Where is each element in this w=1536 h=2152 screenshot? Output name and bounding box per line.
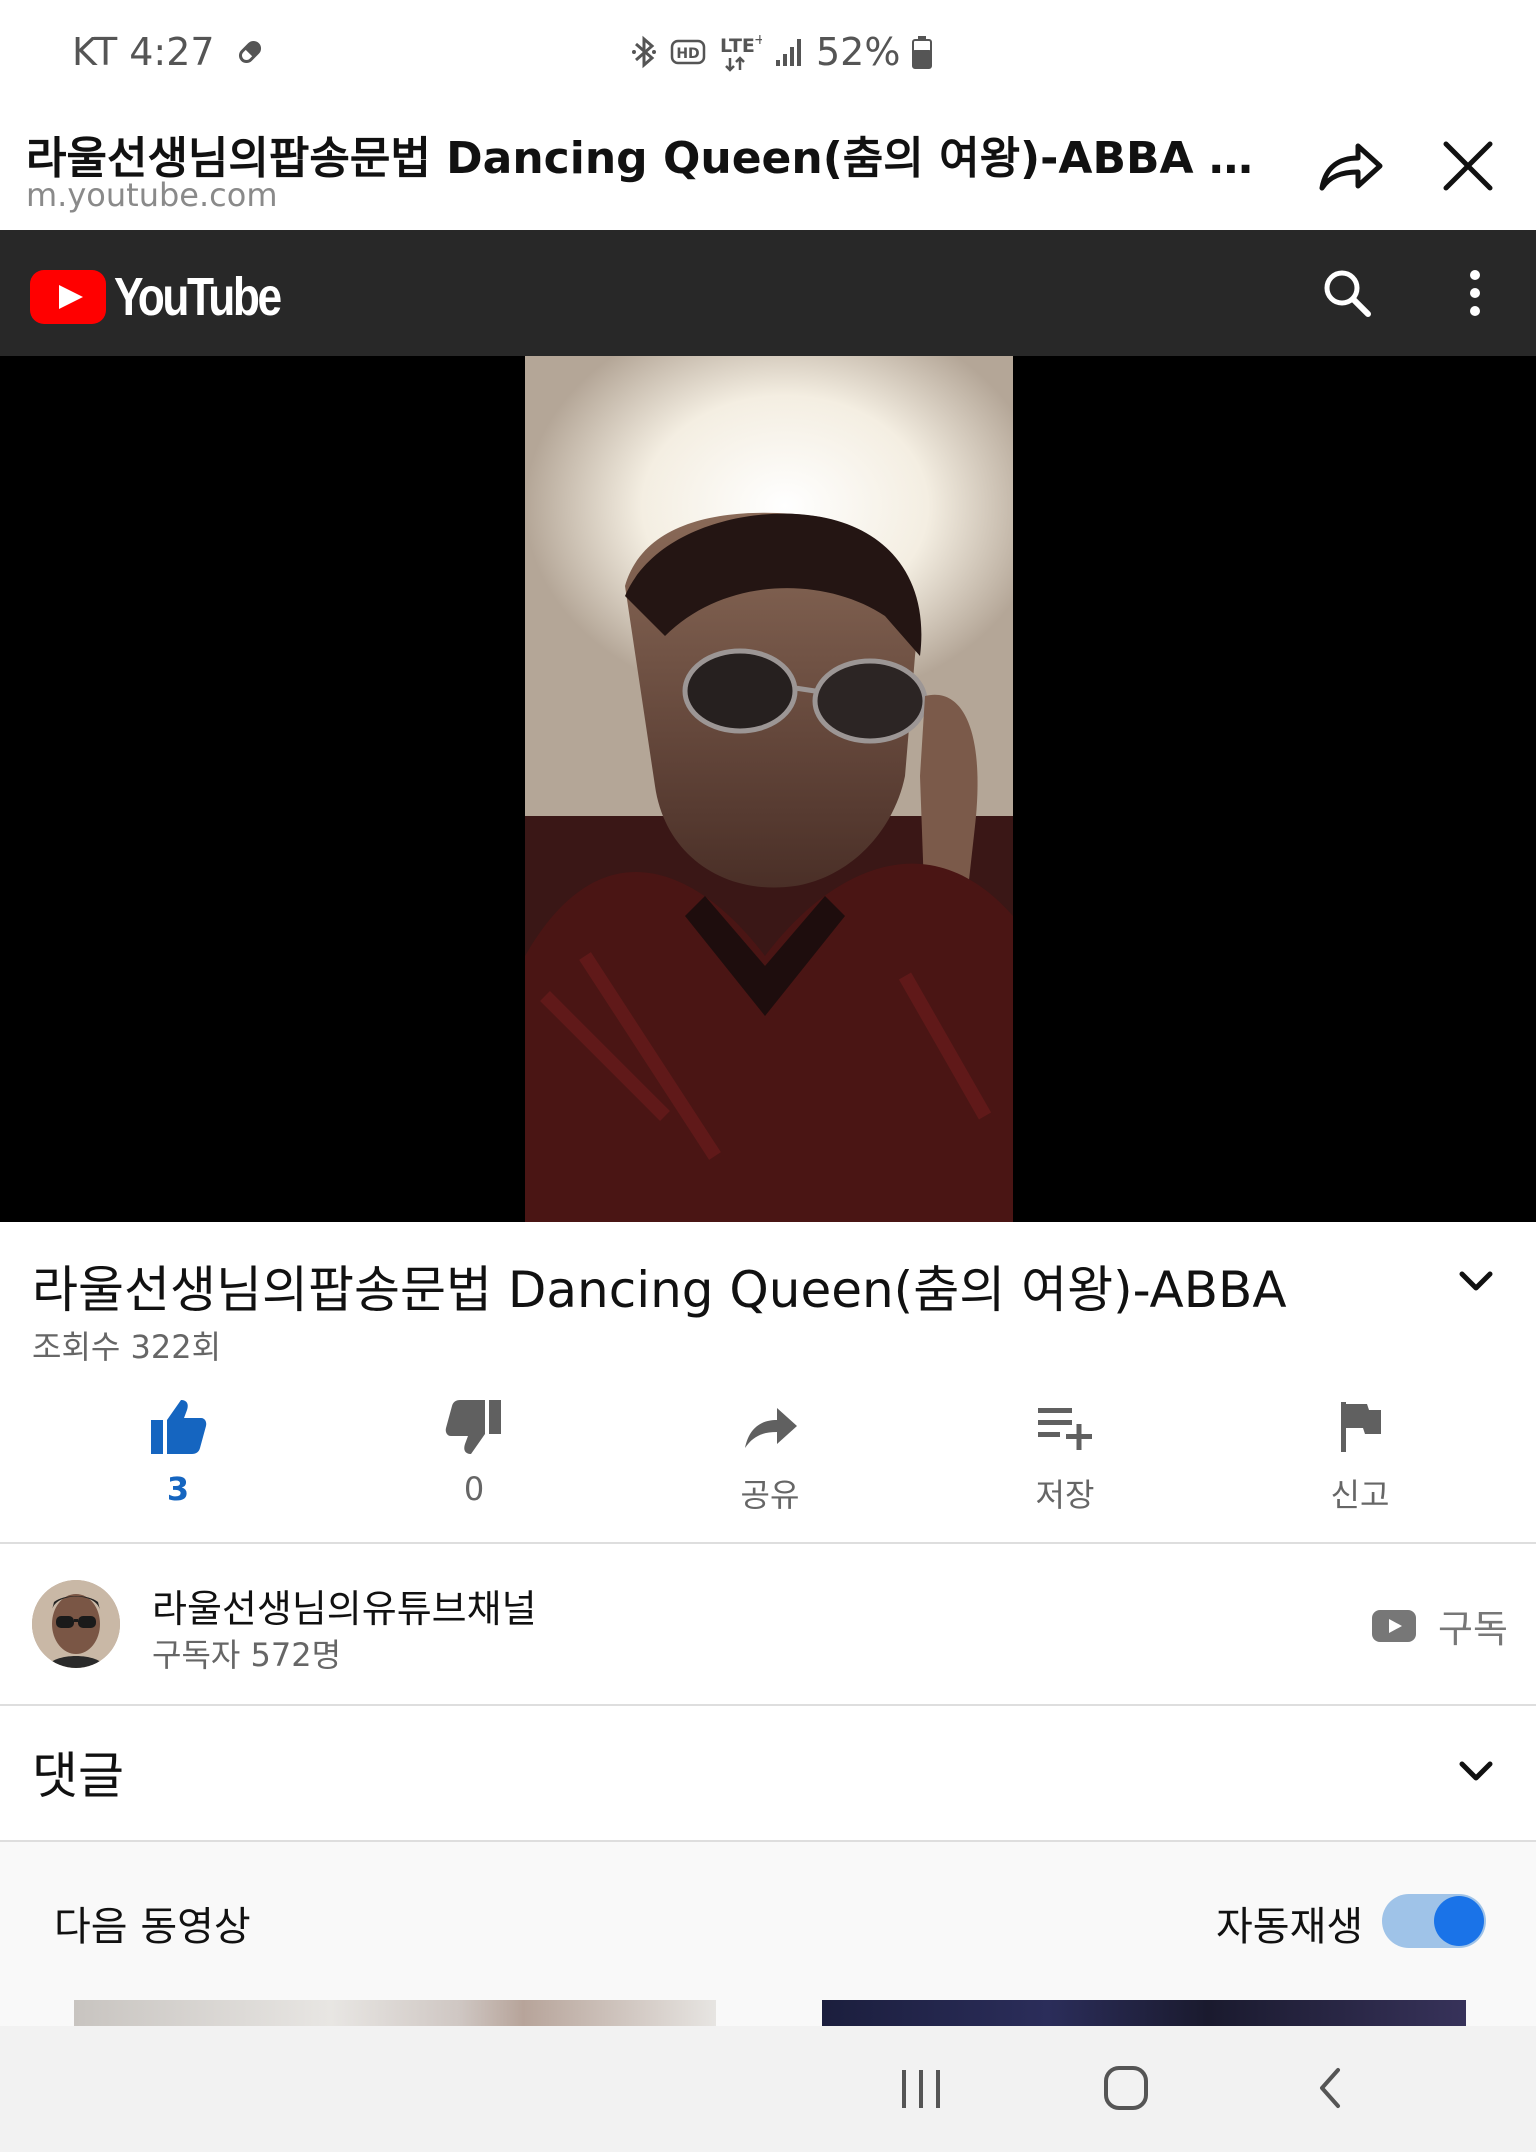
back-icon[interactable]	[1310, 2062, 1350, 2114]
battery-icon	[912, 36, 933, 69]
battery-percent: 52%	[816, 30, 901, 74]
chevron-down-icon[interactable]	[1456, 1266, 1496, 1296]
more-vert-icon[interactable]	[1460, 266, 1490, 320]
autoplay-toggle[interactable]	[1382, 1894, 1486, 1948]
share-arrow-icon	[745, 1408, 797, 1448]
comments-header[interactable]: 댓글	[32, 1736, 124, 1808]
view-count: 조회수 322회	[32, 1328, 222, 1366]
toggle-knob	[1434, 1896, 1484, 1946]
status-bar: KT 4:27 HD LTE + 52%	[0, 0, 1536, 100]
up-next-section: 다음 동영상 자동재생	[0, 1842, 1536, 2026]
bluetooth-icon	[632, 35, 656, 69]
chevron-down-icon[interactable]	[1456, 1756, 1496, 1786]
subscribe-button[interactable]: 구독	[1372, 1598, 1508, 1653]
save-label: 저장	[1035, 1476, 1095, 1514]
hd-icon: HD	[670, 39, 706, 65]
lte-icon: LTE +	[720, 32, 762, 72]
youtube-top-bar: YouTube	[0, 230, 1536, 356]
youtube-play-icon	[1372, 1609, 1416, 1642]
subscriber-count: 구독자 572명	[152, 1636, 342, 1674]
youtube-logo-text: YouTube	[114, 267, 282, 327]
next-video-thumbnail[interactable]	[822, 2000, 1466, 2026]
avatar-image	[32, 1580, 120, 1668]
subscribe-label: 구독	[1438, 1607, 1508, 1651]
search-icon[interactable]	[1320, 266, 1374, 320]
share-icon[interactable]	[1316, 136, 1386, 196]
youtube-logo[interactable]: YouTube	[30, 266, 316, 328]
share-button[interactable]: 공유	[690, 1396, 850, 1516]
signal-icon	[776, 39, 801, 66]
thumb-up-icon	[151, 1400, 207, 1454]
browser-tab-header: 라울선생님의팝송문법 Dancing Queen(춤의 여왕)-ABBA - Y…	[0, 100, 1536, 230]
playlist-add-icon	[1038, 1408, 1092, 1450]
svg-text:HD: HD	[676, 46, 699, 62]
avatar[interactable]	[32, 1580, 120, 1668]
home-icon[interactable]	[1100, 2062, 1152, 2114]
video-title: 라울선생님의팝송문법 Dancing Queen(춤의 여왕)-ABBA	[32, 1261, 1287, 1319]
dislike-count: 0	[463, 1470, 485, 1508]
channel-name[interactable]: 라울선생님의유튜브채널	[152, 1578, 537, 1633]
divider	[0, 1704, 1536, 1706]
autoplay-label: 자동재생	[1216, 1904, 1364, 1950]
divider	[0, 1542, 1536, 1544]
status-left: KT 4:27	[72, 30, 267, 74]
system-navigation-bar	[0, 2026, 1536, 2152]
next-video-thumbnail[interactable]	[74, 2000, 716, 2026]
like-button[interactable]: 3	[98, 1396, 258, 1508]
page-url: m.youtube.com	[26, 176, 278, 214]
like-count: 3	[166, 1470, 190, 1508]
share-label: 공유	[740, 1476, 800, 1514]
pin-icon	[238, 40, 261, 64]
close-icon[interactable]	[1438, 136, 1498, 196]
dislike-button[interactable]: 0	[394, 1396, 554, 1508]
lte-text: LTE	[720, 35, 755, 57]
youtube-play-logo-icon	[30, 270, 106, 324]
flag-icon	[1341, 1402, 1381, 1452]
save-button[interactable]: 저장	[985, 1396, 1145, 1516]
recents-icon[interactable]	[896, 2066, 946, 2112]
video-actions: 3 0 공유 저장 신고	[0, 1396, 1536, 1546]
video-player[interactable]	[0, 356, 1536, 1222]
thumb-down-icon	[445, 1400, 501, 1454]
carrier-time: KT 4:27	[72, 30, 215, 74]
report-label: 신고	[1330, 1476, 1390, 1514]
status-indicators: HD LTE + 52%	[630, 30, 933, 74]
video-frame	[525, 356, 1013, 1222]
report-button[interactable]: 신고	[1280, 1396, 1440, 1516]
up-next-label: 다음 동영상	[54, 1904, 251, 1950]
svg-text:+: +	[754, 32, 762, 48]
video-still	[525, 356, 1013, 1222]
